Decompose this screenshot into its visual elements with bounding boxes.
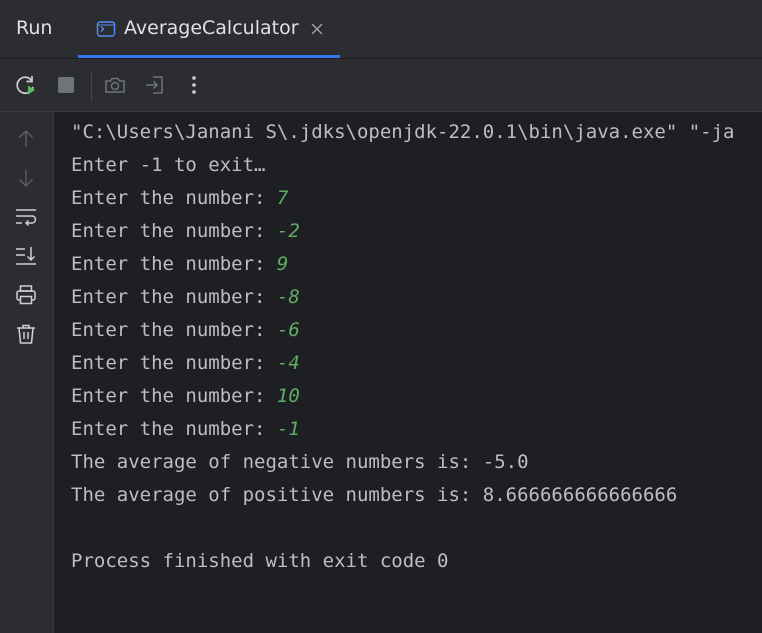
user-input: 7 — [276, 187, 289, 209]
soft-wrap-icon[interactable] — [13, 204, 39, 230]
user-input: -4 — [276, 352, 300, 374]
prompt-text: Enter the number: — [71, 220, 277, 242]
user-input: 9 — [276, 253, 289, 275]
exit-message: Process finished with exit code 0 — [71, 550, 449, 572]
user-input: -2 — [276, 220, 300, 242]
console-output[interactable]: "C:\Users\Janani S\.jdks\openjdk-22.0.1\… — [54, 112, 762, 633]
exit-icon[interactable] — [142, 72, 168, 98]
camera-icon[interactable] — [102, 72, 128, 98]
prompt-line: Enter the number: 9 — [71, 248, 288, 281]
prompt-text: Enter the number: — [71, 187, 277, 209]
run-tool-window: Run AverageCalculator "C:\Users\Janani S… — [0, 0, 762, 633]
prompt-line: Enter the number: -4 — [71, 347, 300, 380]
rerun-icon[interactable] — [13, 72, 39, 98]
run-title: Run — [16, 17, 53, 39]
stop-icon[interactable] — [53, 72, 79, 98]
prompt-line: Enter the number: 10 — [71, 380, 300, 413]
run-toolbar — [0, 59, 762, 112]
positive-average-line: The average of positive numbers is: 8.66… — [71, 484, 678, 506]
print-icon[interactable] — [13, 282, 39, 308]
user-input: -8 — [276, 286, 300, 308]
prompt-text: Enter the number: — [71, 418, 277, 440]
prompt-text: Enter the number: — [71, 319, 277, 341]
negative-average-line: The average of negative numbers is: -5.0 — [71, 451, 529, 473]
trash-icon[interactable] — [13, 321, 39, 347]
arrow-down-icon[interactable] — [13, 165, 39, 191]
tab-average-calculator[interactable]: AverageCalculator — [78, 0, 340, 58]
arrow-up-icon[interactable] — [13, 126, 39, 152]
tab-active-indicator — [78, 55, 340, 58]
run-header: Run AverageCalculator — [0, 0, 762, 59]
prompt-text: Enter the number: — [71, 253, 277, 275]
prompt-text: Enter the number: — [71, 385, 277, 407]
user-input: -6 — [276, 319, 300, 341]
more-vertical-icon[interactable] — [181, 72, 207, 98]
toolbar-separator — [91, 71, 92, 101]
prompt-text: Enter the number: — [71, 286, 277, 308]
user-input: -1 — [276, 418, 300, 440]
close-icon[interactable] — [308, 20, 326, 38]
console-gutter — [0, 112, 54, 633]
prompt-line: Enter the number: 7 — [71, 182, 288, 215]
prompt-text: Enter the number: — [71, 352, 277, 374]
scroll-to-end-icon[interactable] — [13, 243, 39, 269]
user-input: 10 — [276, 385, 300, 407]
command-line: "C:\Users\Janani S\.jdks\openjdk-22.0.1\… — [71, 121, 735, 143]
prompt-line: Enter the number: -8 — [71, 281, 300, 314]
intro-line: Enter -1 to exit… — [71, 154, 266, 176]
tab-label: AverageCalculator — [124, 17, 299, 39]
prompt-line: Enter the number: -2 — [71, 215, 300, 248]
prompt-line: Enter the number: -1 — [71, 413, 300, 446]
console-icon — [96, 19, 116, 39]
prompt-line: Enter the number: -6 — [71, 314, 300, 347]
